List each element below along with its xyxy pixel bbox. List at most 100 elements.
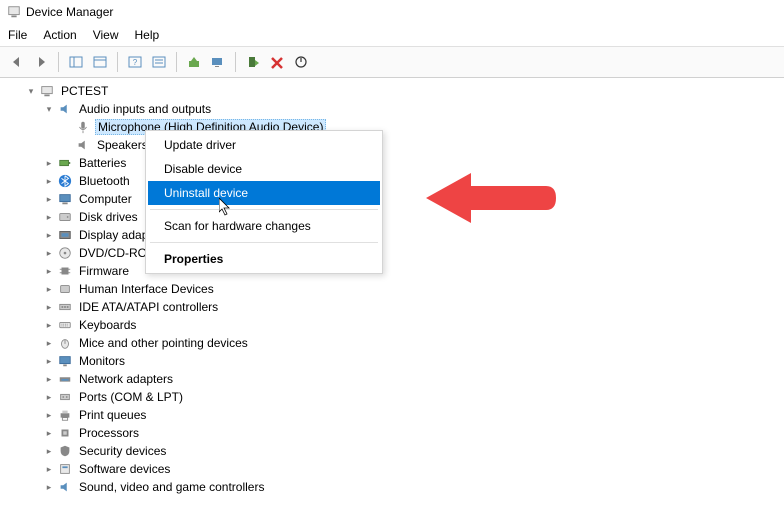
show-hide-tree-button[interactable]: [65, 51, 87, 73]
tree-bluetooth-label: Bluetooth: [77, 174, 132, 188]
chevron-right-icon[interactable]: ▸: [42, 282, 56, 296]
hid-icon: [57, 281, 73, 297]
tree-ide-label: IDE ATA/ATAPI controllers: [77, 300, 220, 314]
cm-separator: [150, 242, 378, 243]
uninstall-button[interactable]: [266, 51, 288, 73]
tree-ports-label: Ports (COM & LPT): [77, 390, 185, 404]
cm-properties[interactable]: Properties: [148, 247, 380, 271]
menu-help[interactable]: Help: [135, 28, 160, 42]
tree-hid-label: Human Interface Devices: [77, 282, 216, 296]
tree-display-adapters[interactable]: ▸ Display adap: [6, 226, 778, 244]
device-tree: ▾ PCTEST ▾ Audio inputs and outputs Micr…: [0, 78, 784, 500]
display-icon: [57, 227, 73, 243]
chevron-right-icon[interactable]: ▸: [42, 408, 56, 422]
forward-button[interactable]: [30, 51, 52, 73]
tree-print-queues[interactable]: ▸ Print queues: [6, 406, 778, 424]
tree-batteries[interactable]: ▸ Batteries: [6, 154, 778, 172]
chevron-right-icon[interactable]: ▸: [42, 246, 56, 260]
tree-firmware[interactable]: ▸ Firmware: [6, 262, 778, 280]
window-title: Device Manager: [26, 5, 113, 19]
tree-network[interactable]: ▸ Network adapters: [6, 370, 778, 388]
tree-bluetooth[interactable]: ▸ Bluetooth: [6, 172, 778, 190]
chevron-right-icon[interactable]: ▸: [42, 372, 56, 386]
cm-scan[interactable]: Scan for hardware changes: [148, 214, 380, 238]
tree-audio-label: Audio inputs and outputs: [77, 102, 213, 116]
mouse-icon: [57, 335, 73, 351]
tree-software[interactable]: ▸ Software devices: [6, 460, 778, 478]
tree-print-label: Print queues: [77, 408, 148, 422]
cm-disable-device[interactable]: Disable device: [148, 157, 380, 181]
toolbar-separator: [117, 52, 118, 72]
tree-computer[interactable]: ▸ Computer: [6, 190, 778, 208]
menu-file[interactable]: File: [8, 28, 27, 42]
enable-button[interactable]: [242, 51, 264, 73]
chevron-right-icon[interactable]: ▸: [42, 354, 56, 368]
chevron-right-icon[interactable]: ▸: [42, 264, 56, 278]
software-icon: [57, 461, 73, 477]
svg-text:?: ?: [133, 58, 138, 67]
chevron-right-icon[interactable]: ▸: [42, 192, 56, 206]
update-driver-button[interactable]: [183, 51, 205, 73]
network-icon: [57, 371, 73, 387]
back-button[interactable]: [6, 51, 28, 73]
tree-ports[interactable]: ▸ Ports (COM & LPT): [6, 388, 778, 406]
tree-sound[interactable]: ▸ Sound, video and game controllers: [6, 478, 778, 496]
bluetooth-icon: [57, 173, 73, 189]
chevron-right-icon[interactable]: ▸: [42, 174, 56, 188]
tree-dvd[interactable]: ▸ DVD/CD-ROM: [6, 244, 778, 262]
chevron-down-icon[interactable]: ▾: [42, 102, 56, 116]
tree-audio-category[interactable]: ▾ Audio inputs and outputs: [6, 100, 778, 118]
chevron-right-icon[interactable]: ▸: [42, 462, 56, 476]
tree-hid[interactable]: ▸ Human Interface Devices: [6, 280, 778, 298]
monitor-icon: [57, 353, 73, 369]
menu-action[interactable]: Action: [43, 28, 76, 42]
chevron-down-icon[interactable]: ▾: [24, 84, 38, 98]
tree-processors[interactable]: ▸ Processors: [6, 424, 778, 442]
microphone-icon: [75, 119, 91, 135]
dvd-icon: [57, 245, 73, 261]
tree-software-label: Software devices: [77, 462, 172, 476]
tree-security[interactable]: ▸ Security devices: [6, 442, 778, 460]
chevron-right-icon[interactable]: ▸: [42, 336, 56, 350]
context-menu: Update driver Disable device Uninstall d…: [145, 130, 383, 274]
tree-root-label: PCTEST: [59, 84, 110, 98]
tree-monitors[interactable]: ▸ Monitors: [6, 352, 778, 370]
tree-microphone[interactable]: Microphone (High Definition Audio Device…: [6, 118, 778, 136]
tree-ide[interactable]: ▸ IDE ATA/ATAPI controllers: [6, 298, 778, 316]
properties2-button[interactable]: [148, 51, 170, 73]
security-icon: [57, 443, 73, 459]
tree-network-label: Network adapters: [77, 372, 175, 386]
chevron-right-icon[interactable]: ▸: [42, 390, 56, 404]
chevron-right-icon[interactable]: ▸: [42, 228, 56, 242]
expander-blank: [60, 120, 74, 134]
chevron-right-icon[interactable]: ▸: [42, 300, 56, 314]
cm-uninstall-device[interactable]: Uninstall device: [148, 181, 380, 205]
chevron-right-icon[interactable]: ▸: [42, 480, 56, 494]
properties-button[interactable]: [89, 51, 111, 73]
tree-speakers[interactable]: Speakers: [6, 136, 778, 154]
chevron-right-icon[interactable]: ▸: [42, 210, 56, 224]
cm-update-driver[interactable]: Update driver: [148, 133, 380, 157]
tree-keyboards[interactable]: ▸ Keyboards: [6, 316, 778, 334]
disable-button[interactable]: [290, 51, 312, 73]
app-icon: [6, 4, 22, 20]
chevron-right-icon[interactable]: ▸: [42, 426, 56, 440]
titlebar: Device Manager: [0, 0, 784, 24]
chevron-right-icon[interactable]: ▸: [42, 156, 56, 170]
chip-icon: [57, 263, 73, 279]
help-button[interactable]: ?: [124, 51, 146, 73]
battery-icon: [57, 155, 73, 171]
disk-icon: [57, 209, 73, 225]
tree-mice[interactable]: ▸ Mice and other pointing devices: [6, 334, 778, 352]
menu-view[interactable]: View: [93, 28, 119, 42]
chevron-right-icon[interactable]: ▸: [42, 318, 56, 332]
tree-disk-drives[interactable]: ▸ Disk drives: [6, 208, 778, 226]
tree-speakers-label: Speakers: [95, 138, 150, 152]
chevron-right-icon[interactable]: ▸: [42, 444, 56, 458]
tree-root[interactable]: ▾ PCTEST: [6, 82, 778, 100]
tree-disk-label: Disk drives: [77, 210, 140, 224]
scan-hardware-button[interactable]: [207, 51, 229, 73]
keyboard-icon: [57, 317, 73, 333]
printer-icon: [57, 407, 73, 423]
tree-batteries-label: Batteries: [77, 156, 128, 170]
